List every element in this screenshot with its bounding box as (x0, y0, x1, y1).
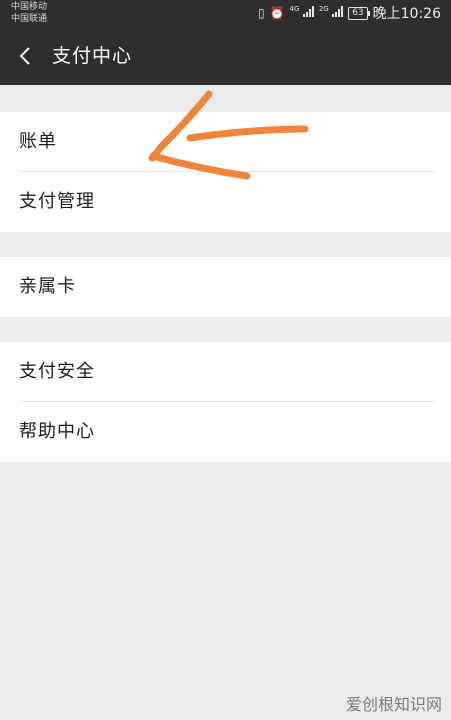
menu-item-payment-management[interactable]: 支付管理 (0, 172, 451, 232)
menu-group-2: 亲属卡 (0, 257, 451, 317)
page-title: 支付中心 (52, 45, 133, 67)
signal-bars-2-icon (332, 6, 344, 17)
carrier-1: 中国移动 (11, 2, 48, 12)
vibrate-icon: ▯ (257, 6, 265, 20)
signal-bars-1-icon (302, 6, 314, 17)
network-type-1: 4G (289, 5, 300, 13)
signal-2: 2G (318, 5, 344, 21)
battery-icon: 63 (348, 6, 371, 20)
carrier-info: 中国移动 中国联通 (11, 1, 47, 25)
signal-1: 4G (290, 5, 314, 21)
network-type-2: 2G (318, 5, 329, 13)
menu-item-label: 帮助中心 (19, 421, 95, 442)
alarm-icon: ⏰ (269, 6, 285, 20)
carrier-2: 中国联通 (11, 14, 48, 24)
menu-item-help-center[interactable]: 帮助中心 (0, 402, 451, 462)
back-arrow-icon[interactable] (16, 46, 36, 66)
watermark: 爱创根知识网 (345, 695, 442, 714)
menu-item-label: 支付管理 (19, 191, 95, 212)
menu-item-family-card[interactable]: 亲属卡 (0, 257, 451, 317)
clock: 晚上10:26 (372, 6, 441, 22)
menu-item-label: 亲属卡 (19, 276, 76, 297)
menu-item-payment-security[interactable]: 支付安全 (0, 342, 451, 402)
menu-item-label: 账单 (19, 131, 57, 152)
menu-item-label: 支付安全 (19, 361, 95, 382)
status-bar: 中国移动 中国联通 ▯ ⏰ 4G 2G 63 晚上10:26 (0, 0, 451, 27)
title-bar: 支付中心 (0, 27, 451, 85)
menu-group-3: 支付安全 帮助中心 (0, 342, 451, 462)
status-icons: ▯ ⏰ 4G 2G 63 晚上10:26 (258, 4, 441, 22)
menu-item-bill[interactable]: 账单 (0, 112, 451, 172)
menu-group-1: 账单 支付管理 (0, 112, 451, 232)
